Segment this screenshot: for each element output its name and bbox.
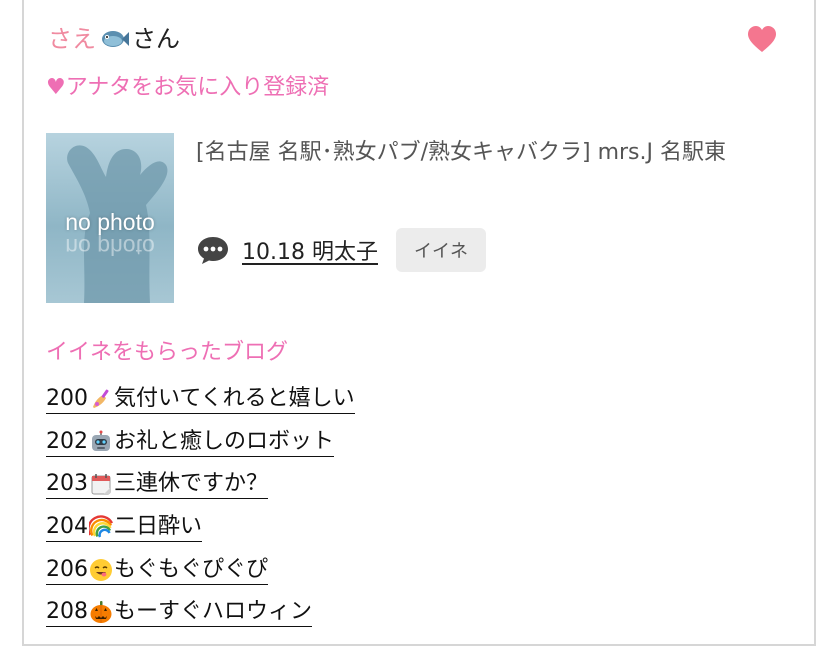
user-name-suffix: さん [132, 25, 180, 53]
blog-title: もーすぐハロウィン [114, 599, 313, 625]
yum-face-emoji-icon [90, 558, 112, 581]
blog-title: 二日酔い [114, 513, 203, 539]
blog-title: 気付いてくれると嬉しい [114, 385, 355, 411]
pumpkin-emoji-icon [90, 601, 112, 624]
blog-link[interactable]: 200 気付いてくれると嬉しい [46, 378, 355, 421]
favorite-status: ♥アナタをお気に入り登録済 [46, 75, 330, 100]
robot-emoji-icon [92, 430, 110, 451]
blog-link[interactable]: 206 もぐもぐぴぐぴ [46, 549, 355, 592]
shop-info: [名古屋 名駅･熟女パブ/熟女キャバクラ] mrs.J 名駅東 [196, 140, 726, 165]
blog-link[interactable]: 203 三連休ですか？ [46, 463, 355, 506]
blog-number: 202 [46, 428, 88, 454]
liked-blogs-title: イイネをもらったブログ [46, 340, 289, 365]
user-name: さえ さん [48, 22, 180, 56]
blog-title: 三連休ですか？ [114, 471, 269, 497]
calendar-emoji-icon [91, 474, 111, 495]
fish-emoji-icon [102, 31, 129, 47]
profile-thumbnail[interactable]: no photo no photo [46, 133, 174, 303]
like-button[interactable]: イイネ [395, 228, 486, 272]
blog-number: 203 [46, 471, 88, 497]
blog-number: 208 [46, 599, 88, 625]
blog-number: 204 [46, 513, 88, 539]
liked-blog-list: 200 気付いてくれると嬉しい 202 お礼と癒しのロボット 203 三連休です… [46, 378, 355, 634]
profile-card: さえ さん ♥アナタをお気に入り登録済 no photo no photo [名… [22, 0, 816, 646]
blog-link[interactable]: 208 もーすぐハロウィン [46, 591, 355, 634]
favorite-heart-icon[interactable] [746, 24, 778, 56]
rainbow-emoji-icon [89, 515, 113, 538]
latest-post-link[interactable]: 10.18 明太子 [242, 234, 378, 266]
no-photo-label: no photo [65, 209, 155, 235]
latest-post-row: 10.18 明太子 イイネ [196, 227, 486, 273]
no-photo-reflection: no photo [65, 234, 155, 260]
blog-link[interactable]: 202 お礼と癒しのロボット [46, 421, 355, 464]
nail-polish-emoji-icon [93, 389, 109, 408]
user-name-text: さえ [48, 25, 96, 53]
blog-link[interactable]: 204 二日酔い [46, 506, 355, 549]
blog-number: 206 [46, 556, 88, 582]
speech-bubble-icon [198, 237, 228, 264]
blog-number: 200 [46, 385, 88, 411]
blog-title: お礼と癒しのロボット [114, 428, 335, 454]
blog-title: もぐもぐぴぐぴ [114, 556, 269, 582]
